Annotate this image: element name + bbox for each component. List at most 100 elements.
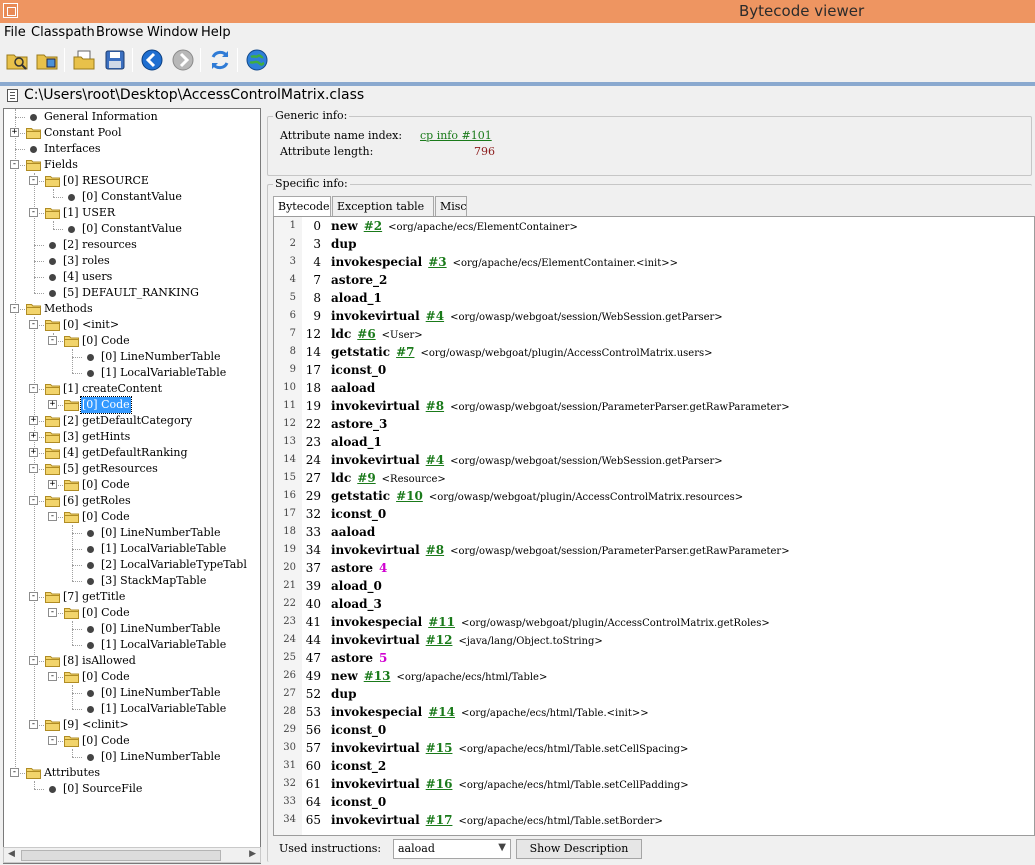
bytecode-line[interactable]: 32 61 invokevirtual #16 <org/apache/ecs/html… bbox=[274, 775, 1034, 793]
tree-node[interactable]: Fields bbox=[43, 157, 79, 173]
constant-pool-link[interactable]: #4 bbox=[426, 309, 444, 323]
bytecode-line[interactable]: 28 53 invokespecial #14 <org/apache/ecs/html… bbox=[274, 703, 1034, 721]
collapse-icon[interactable]: - bbox=[48, 736, 57, 745]
constant-pool-link[interactable]: #17 bbox=[426, 813, 453, 827]
show-description-button[interactable]: Show Description bbox=[516, 839, 642, 859]
tree-node[interactable]: [2] LocalVariableTypeTabl bbox=[100, 557, 248, 573]
bytecode-line[interactable]: 23 41 invokespecial #11 <org/owasp/webgoat/p… bbox=[274, 613, 1034, 631]
bytecode-line[interactable]: 31 60 iconst_2 bbox=[274, 757, 1034, 775]
bytecode-line[interactable]: 16 29 getstatic #10 <org/owasp/webgoat/plugi… bbox=[274, 487, 1034, 505]
bytecode-line[interactable]: 6 9 invokevirtual #4 <org/owasp/webgoat/sess… bbox=[274, 307, 1034, 325]
tree-node[interactable]: [0] ConstantValue bbox=[81, 189, 183, 205]
constant-pool-link[interactable]: #10 bbox=[396, 489, 423, 503]
expand-icon[interactable]: + bbox=[48, 400, 57, 409]
attribute-name-index-link[interactable]: cp info #101 bbox=[420, 129, 492, 142]
constant-pool-link[interactable]: #2 bbox=[364, 219, 382, 233]
tree-node[interactable]: [0] SourceFile bbox=[62, 781, 143, 797]
constant-pool-link[interactable]: #14 bbox=[428, 705, 455, 719]
constant-pool-link[interactable]: #12 bbox=[426, 633, 453, 647]
tree-node[interactable]: [1] LocalVariableTable bbox=[100, 365, 227, 381]
tree-node[interactable]: [1] LocalVariableTable bbox=[100, 701, 227, 717]
bytecode-line[interactable]: 5 8 aload_1 bbox=[274, 289, 1034, 307]
bytecode-line[interactable]: 14 24 invokevirtual #4 <org/owasp/webgoat/se… bbox=[274, 451, 1034, 469]
constant-pool-link[interactable]: #4 bbox=[426, 453, 444, 467]
tree-node[interactable]: [0] RESOURCE bbox=[62, 173, 150, 189]
tree-node[interactable]: [0] Code bbox=[81, 509, 131, 525]
bytecode-line[interactable]: 9 17 iconst_0 bbox=[274, 361, 1034, 379]
tree-node[interactable]: [3] roles bbox=[62, 253, 111, 269]
tree-node[interactable]: [1] LocalVariableTable bbox=[100, 541, 227, 557]
back-icon[interactable] bbox=[139, 47, 165, 73]
bytecode-line[interactable]: 15 27 ldc #9 <Resource> bbox=[274, 469, 1034, 487]
tree-node[interactable]: [0] LineNumberTable bbox=[100, 749, 222, 765]
open-jar-icon[interactable] bbox=[34, 47, 60, 73]
collapse-icon[interactable]: - bbox=[10, 768, 19, 777]
constant-pool-link[interactable]: #11 bbox=[428, 615, 455, 629]
tree-node[interactable]: [0] LineNumberTable bbox=[100, 621, 222, 637]
tree-node[interactable]: [0] Code bbox=[81, 669, 131, 685]
collapse-icon[interactable]: - bbox=[29, 592, 38, 601]
bytecode-listing[interactable]: 1 0 new #2 <org/apache/ecs/ElementContainer>… bbox=[273, 216, 1035, 836]
bytecode-line[interactable]: 7 12 ldc #6 <User> bbox=[274, 325, 1034, 343]
tab-bytecode[interactable]: Bytecode bbox=[273, 196, 331, 217]
bytecode-line[interactable]: 30 57 invokevirtual #15 <org/apache/ecs/html… bbox=[274, 739, 1034, 757]
tree-node[interactable]: [0] Code bbox=[81, 333, 131, 349]
tree-node[interactable]: [0] <init> bbox=[62, 317, 120, 333]
constant-pool-link[interactable]: #3 bbox=[428, 255, 446, 269]
bytecode-line[interactable]: 11 19 invokevirtual #8 <org/owasp/webgoat/se… bbox=[274, 397, 1034, 415]
tree-node[interactable]: [0] ConstantValue bbox=[81, 221, 183, 237]
bytecode-line[interactable]: 29 56 iconst_0 bbox=[274, 721, 1034, 739]
tree-node[interactable]: Constant Pool bbox=[43, 125, 122, 141]
forward-icon[interactable] bbox=[170, 47, 196, 73]
bytecode-line[interactable]: 2 3 dup bbox=[274, 235, 1034, 253]
collapse-icon[interactable]: - bbox=[10, 160, 19, 169]
tree-node[interactable]: [0] LineNumberTable bbox=[100, 685, 222, 701]
tree-node[interactable]: [7] getTitle bbox=[62, 589, 126, 605]
expand-icon[interactable]: + bbox=[48, 480, 57, 489]
expand-icon[interactable]: + bbox=[29, 432, 38, 441]
bytecode-line[interactable]: 12 22 astore_3 bbox=[274, 415, 1034, 433]
tree-node[interactable]: Interfaces bbox=[43, 141, 102, 157]
tree-node[interactable]: Attributes bbox=[43, 765, 101, 781]
tree-node[interactable]: [0] LineNumberTable bbox=[100, 349, 222, 365]
tree-node[interactable]: General Information bbox=[43, 109, 159, 125]
tree-node[interactable]: [0] Code bbox=[81, 605, 131, 621]
tree-node[interactable]: [5] getResources bbox=[62, 461, 159, 477]
collapse-icon[interactable]: - bbox=[29, 496, 38, 505]
bytecode-line[interactable]: 34 65 invokevirtual #17 <org/apache/ecs/html… bbox=[274, 811, 1034, 829]
constant-pool-link[interactable]: #8 bbox=[426, 399, 444, 413]
constant-pool-link[interactable]: #7 bbox=[396, 345, 414, 359]
menu-file[interactable]: File bbox=[4, 25, 26, 40]
used-instructions-select[interactable]: aaload ▼ bbox=[393, 839, 511, 859]
scroll-right-icon[interactable]: ▶ bbox=[249, 849, 256, 859]
tree-node[interactable]: [4] users bbox=[62, 269, 113, 285]
tree-node[interactable]: [0] LineNumberTable bbox=[100, 525, 222, 541]
collapse-icon[interactable]: - bbox=[29, 720, 38, 729]
bytecode-line[interactable]: 8 14 getstatic #7 <org/owasp/webgoat/plugin/… bbox=[274, 343, 1034, 361]
constant-pool-link[interactable]: #8 bbox=[426, 543, 444, 557]
collapse-icon[interactable]: - bbox=[29, 384, 38, 393]
collapse-icon[interactable]: - bbox=[29, 464, 38, 473]
bytecode-line[interactable]: 26 49 new #13 <org/apache/ecs/html/Table> bbox=[274, 667, 1034, 685]
tree-node[interactable]: [4] getDefaultRanking bbox=[62, 445, 189, 461]
tree-node[interactable]: [3] StackMapTable bbox=[100, 573, 207, 589]
bytecode-line[interactable]: 21 39 aload_0 bbox=[274, 577, 1034, 595]
bytecode-line[interactable]: 17 32 iconst_0 bbox=[274, 505, 1034, 523]
constant-pool-link[interactable]: #16 bbox=[426, 777, 453, 791]
bytecode-line[interactable]: 10 18 aaload bbox=[274, 379, 1034, 397]
menu-browse[interactable]: Browse bbox=[96, 25, 143, 40]
tree-node[interactable]: [3] getHints bbox=[62, 429, 131, 445]
tree-node[interactable]: [9] <clinit> bbox=[62, 717, 130, 733]
tree-node[interactable]: [1] USER bbox=[62, 205, 116, 221]
bytecode-line[interactable]: 3 4 invokespecial #3 <org/apache/ecs/Element… bbox=[274, 253, 1034, 271]
constant-pool-link[interactable]: #15 bbox=[426, 741, 453, 755]
tree-node[interactable]: [0] Code bbox=[81, 477, 131, 493]
tree-node[interactable]: [2] resources bbox=[62, 237, 138, 253]
constant-pool-link[interactable]: #9 bbox=[357, 471, 375, 485]
collapse-icon[interactable]: - bbox=[48, 608, 57, 617]
collapse-icon[interactable]: - bbox=[48, 512, 57, 521]
constant-pool-link[interactable]: #6 bbox=[357, 327, 375, 341]
tree-node[interactable]: Methods bbox=[43, 301, 94, 317]
collapse-icon[interactable]: - bbox=[29, 656, 38, 665]
menu-help[interactable]: Help bbox=[201, 25, 231, 40]
